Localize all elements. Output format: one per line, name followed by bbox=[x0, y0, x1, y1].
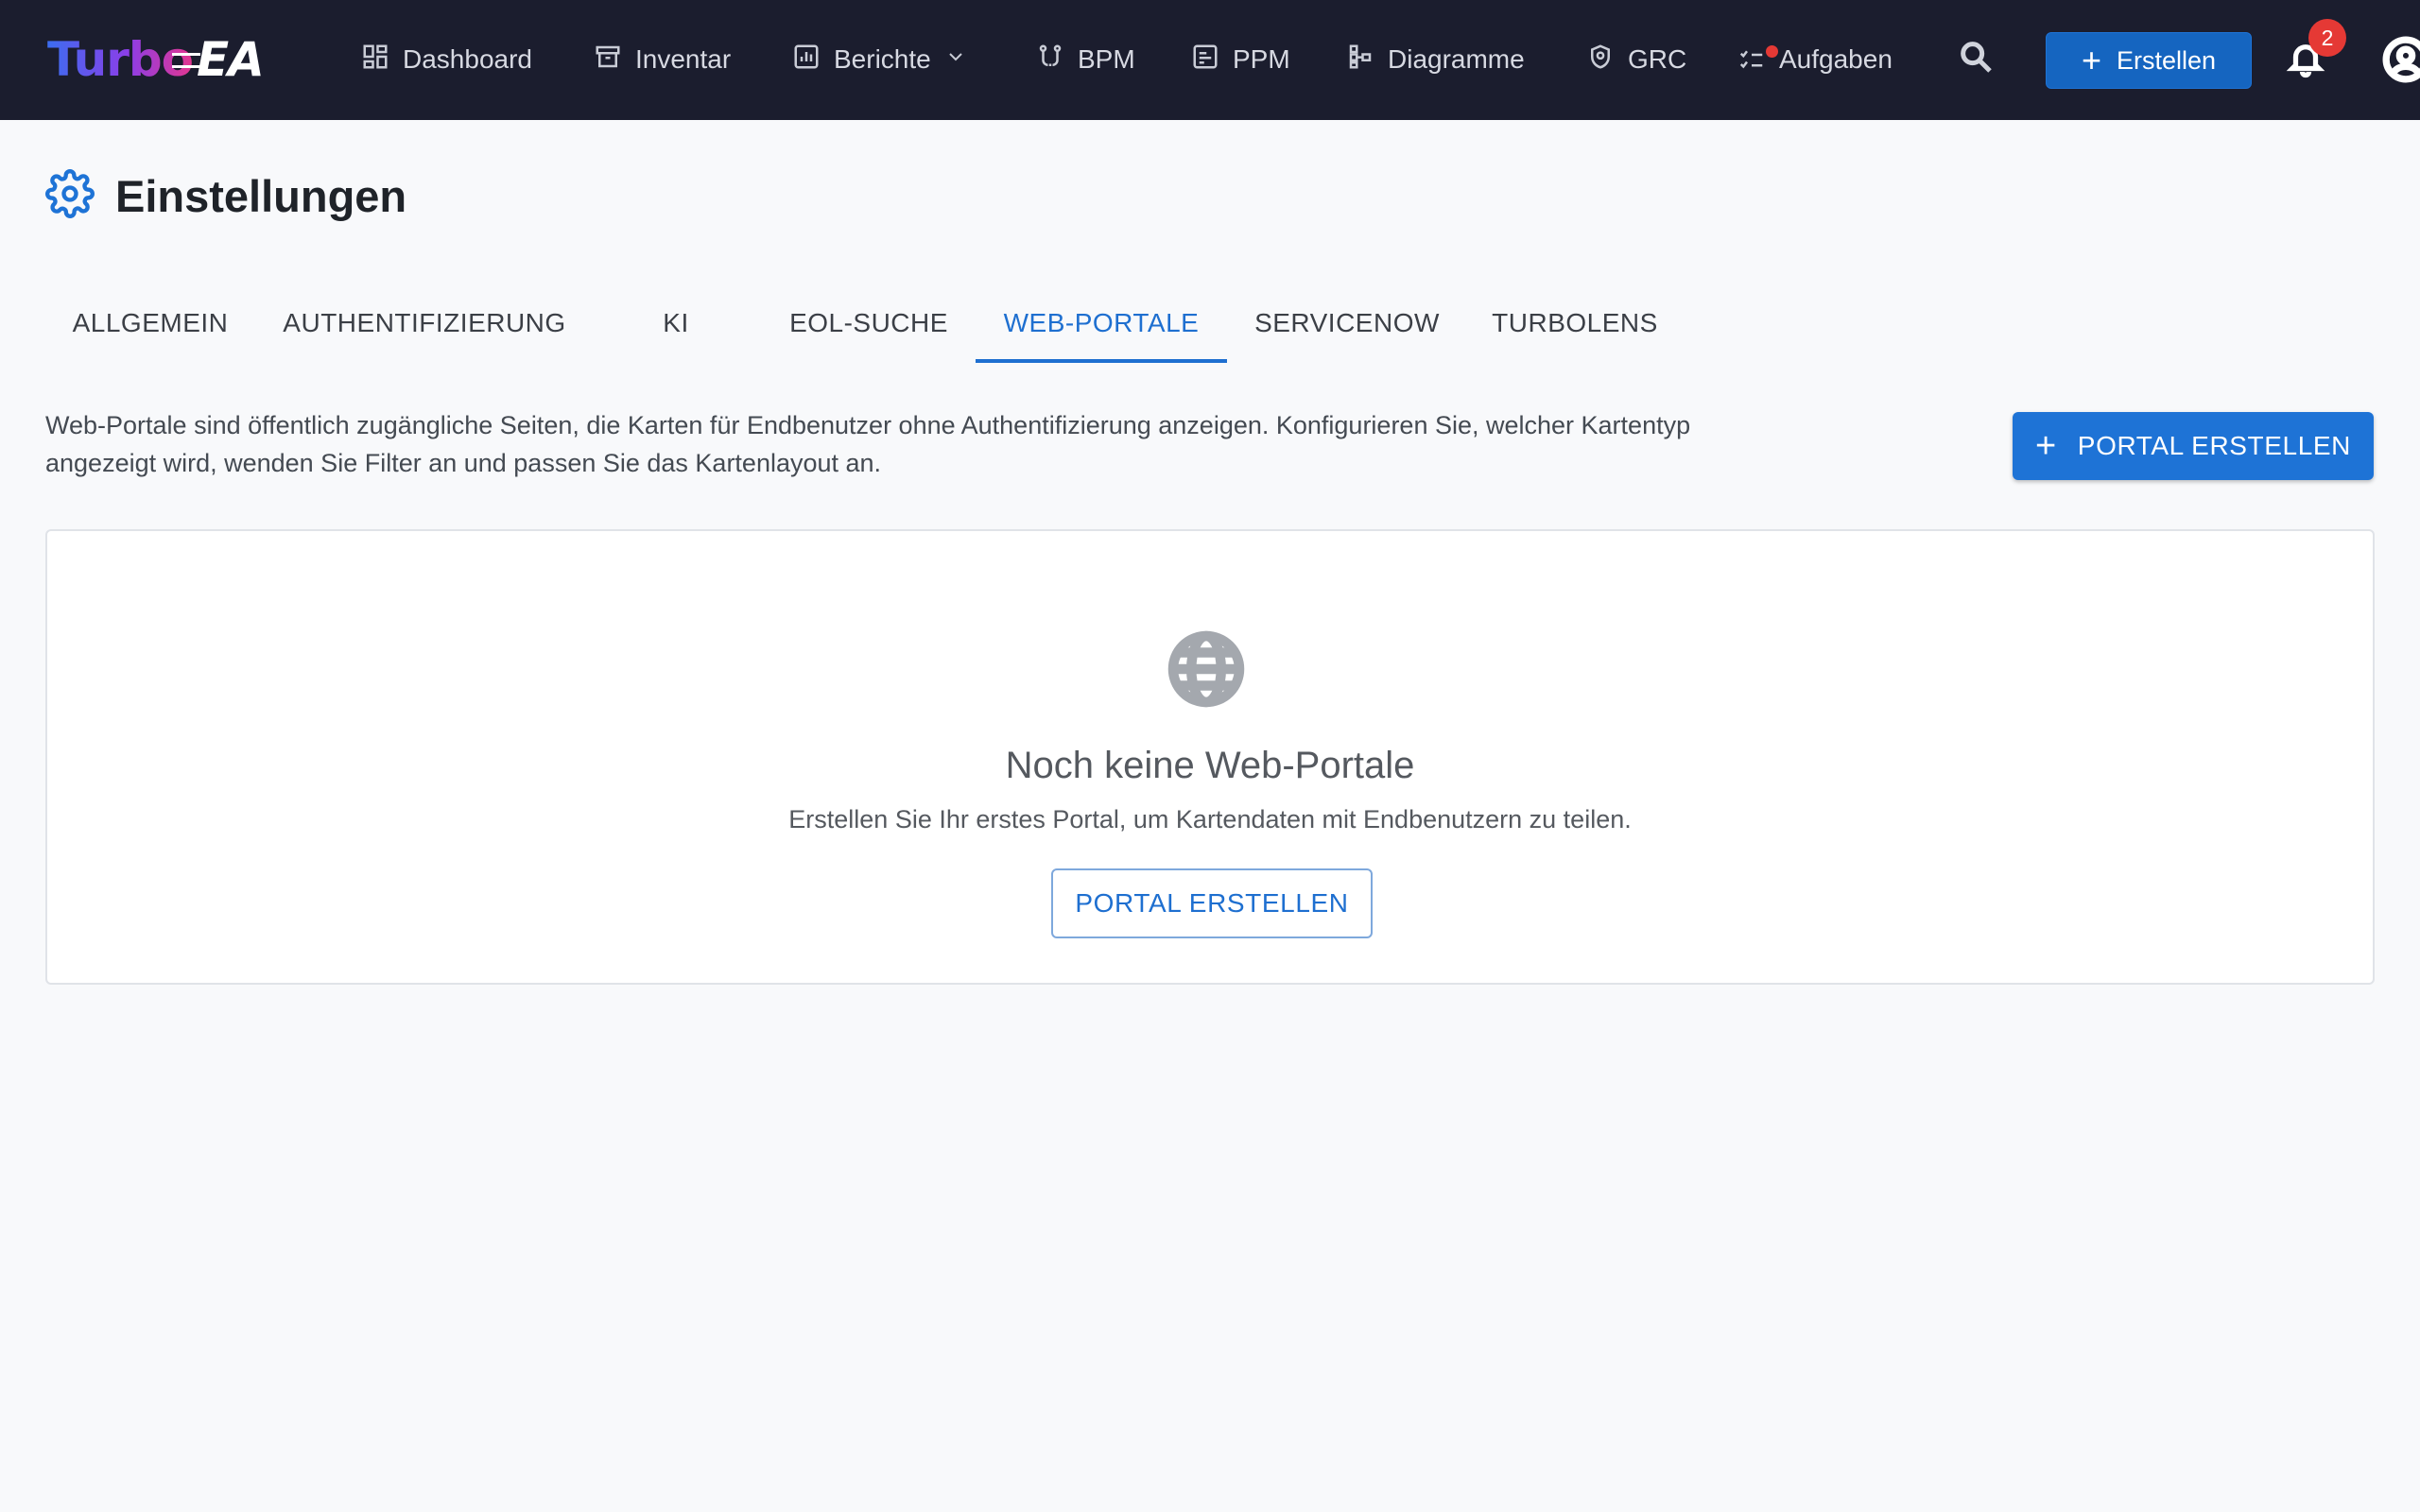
tab-servicenow[interactable]: SERVICENOW bbox=[1238, 284, 1456, 363]
nav-label: Berichte bbox=[834, 44, 931, 74]
nav-diagramme[interactable]: Diagramme bbox=[1346, 36, 1525, 83]
logo-text-turbo: Turbo bbox=[47, 32, 194, 87]
nav-label: Aufgaben bbox=[1779, 44, 1893, 74]
nav-label: Inventar bbox=[635, 44, 732, 74]
logo-text-ea: EA bbox=[172, 32, 265, 87]
nav-label: Dashboard bbox=[403, 44, 532, 74]
process-icon bbox=[1036, 43, 1064, 77]
nav-grc[interactable]: GRC bbox=[1586, 36, 1686, 83]
nav-dashboard[interactable]: Dashboard bbox=[361, 36, 532, 83]
tab-allgemein[interactable]: ALLGEMEIN bbox=[47, 284, 253, 363]
account-circle-icon bbox=[2382, 36, 2420, 87]
nav-ppm[interactable]: PPM bbox=[1191, 36, 1290, 83]
create-portal-button[interactable]: + PORTAL ERSTELLEN bbox=[2013, 412, 2374, 480]
report-icon bbox=[792, 43, 821, 77]
chevron-down-icon bbox=[944, 44, 967, 75]
dashboard-icon bbox=[361, 43, 389, 77]
top-navbar: Turbo EA Dashboard Inventar Berichte BPM bbox=[0, 0, 2420, 120]
diagram-icon bbox=[1346, 43, 1374, 77]
task-indicator-dot bbox=[1766, 45, 1778, 58]
create-portal-label: PORTAL ERSTELLEN bbox=[2077, 431, 2351, 460]
nav-label: GRC bbox=[1628, 44, 1687, 74]
settings-tabs: ALLGEMEIN AUTHENTIFIZIERUNG KI EOL-SUCHE… bbox=[0, 284, 2420, 363]
plus-icon: + bbox=[2081, 41, 2101, 79]
user-avatar-button[interactable] bbox=[2382, 36, 2420, 83]
notification-badge: 2 bbox=[2308, 19, 2346, 57]
tab-web-portale[interactable]: WEB-PORTALE bbox=[976, 284, 1227, 363]
bell-icon bbox=[2286, 44, 2325, 83]
settings-gear-icon bbox=[45, 168, 95, 223]
description-line-1: Web-Portale sind öffentlich zugängliche … bbox=[45, 411, 1691, 439]
tab-authentifizierung[interactable]: AUTHENTIFIZIERUNG bbox=[267, 284, 582, 363]
empty-state-card: Noch keine Web-Portale Erstellen Sie Ihr… bbox=[45, 529, 2375, 985]
shield-icon bbox=[1586, 43, 1615, 77]
archive-icon bbox=[594, 43, 622, 77]
create-button-label: Erstellen bbox=[2116, 45, 2217, 75]
tab-eol-suche[interactable]: EOL-SUCHE bbox=[768, 284, 970, 363]
search-button[interactable] bbox=[1957, 38, 2000, 81]
empty-state-subtitle: Erstellen Sie Ihr erstes Portal, um Kart… bbox=[788, 805, 1632, 833]
nav-label: PPM bbox=[1233, 44, 1290, 74]
nav-label: BPM bbox=[1078, 44, 1135, 74]
project-icon bbox=[1191, 43, 1219, 77]
empty-state-create-portal-button[interactable]: PORTAL ERSTELLEN bbox=[1051, 868, 1373, 938]
nav-aufgaben[interactable]: Aufgaben bbox=[1737, 36, 1893, 83]
tasks-icon bbox=[1737, 45, 1778, 74]
search-icon bbox=[1957, 42, 1995, 79]
tab-turbolens[interactable]: TURBOLENS bbox=[1467, 284, 1683, 363]
page-header: Einstellungen bbox=[45, 164, 406, 227]
nav-inventar[interactable]: Inventar bbox=[594, 36, 731, 83]
nav-label: Diagramme bbox=[1388, 44, 1525, 74]
plus-icon: + bbox=[2035, 426, 2057, 466]
page-title: Einstellungen bbox=[115, 170, 407, 221]
turboea-logo[interactable]: Turbo EA bbox=[47, 28, 265, 91]
web-portals-description: Web-Portale sind öffentlich zugängliche … bbox=[45, 406, 1927, 482]
nav-berichte[interactable]: Berichte bbox=[792, 36, 967, 83]
empty-state-title: Noch keine Web-Portale bbox=[1005, 745, 1415, 786]
create-button[interactable]: + Erstellen bbox=[2046, 32, 2252, 89]
nav-bpm[interactable]: BPM bbox=[1036, 36, 1135, 83]
description-line-2: angezeigt wird, wenden Sie Filter an und… bbox=[45, 449, 882, 477]
tab-ki[interactable]: KI bbox=[597, 284, 754, 363]
globe-icon bbox=[1167, 629, 1246, 709]
